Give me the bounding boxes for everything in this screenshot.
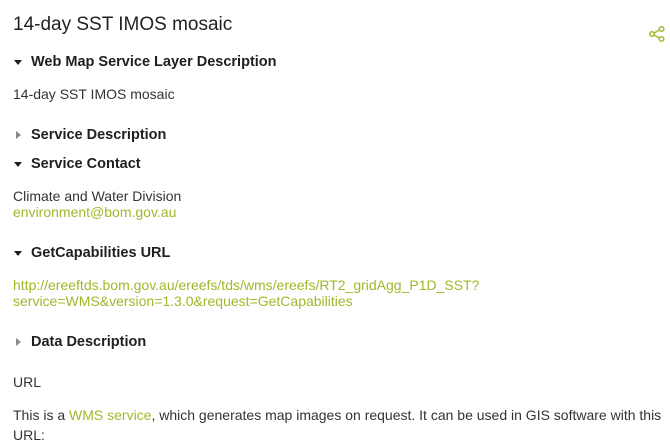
url-heading: URL: [13, 374, 42, 390]
wms-service-link[interactable]: WMS service: [69, 407, 151, 423]
layer-description-text: 14-day SST IMOS mosaic: [13, 86, 175, 102]
getcapabilities-url-line1: http://ereeftds.bom.gov.au/ereefs/tds/wm…: [13, 277, 480, 293]
page-title: 14-day SST IMOS mosaic: [13, 14, 233, 35]
section-data-description[interactable]: Data Description: [13, 334, 146, 350]
share-icon[interactable]: [648, 25, 666, 43]
section-label: Data Description: [31, 334, 147, 350]
section-label: GetCapabilities URL: [31, 245, 171, 261]
caret-down-icon: [14, 162, 22, 167]
contact-email-link[interactable]: environment@bom.gov.au: [13, 204, 176, 220]
section-label: Service Description: [31, 127, 167, 143]
section-service-description[interactable]: Service Description: [13, 127, 166, 143]
caret-down-icon: [14, 251, 22, 256]
wms-service-paragraph: This is a WMS service, which generates m…: [13, 405, 663, 445]
section-wms-layer-description[interactable]: Web Map Service Layer Description: [13, 54, 277, 70]
section-service-contact[interactable]: Service Contact: [13, 156, 141, 172]
getcapabilities-url-line2: service=WMS&version=1.3.0&request=GetCap…: [13, 293, 353, 309]
caret-down-icon: [14, 60, 22, 65]
paragraph-prefix: This is a: [13, 407, 70, 423]
section-label: Service Contact: [31, 156, 141, 172]
caret-right-icon: [16, 131, 21, 139]
section-getcapabilities-url[interactable]: GetCapabilities URL: [13, 245, 170, 261]
contact-organisation: Climate and Water Division: [13, 188, 182, 204]
getcapabilities-url-link[interactable]: http://ereeftds.bom.gov.au/ereefs/tds/wm…: [13, 277, 479, 309]
section-label: Web Map Service Layer Description: [31, 54, 277, 70]
caret-right-icon: [16, 338, 21, 346]
